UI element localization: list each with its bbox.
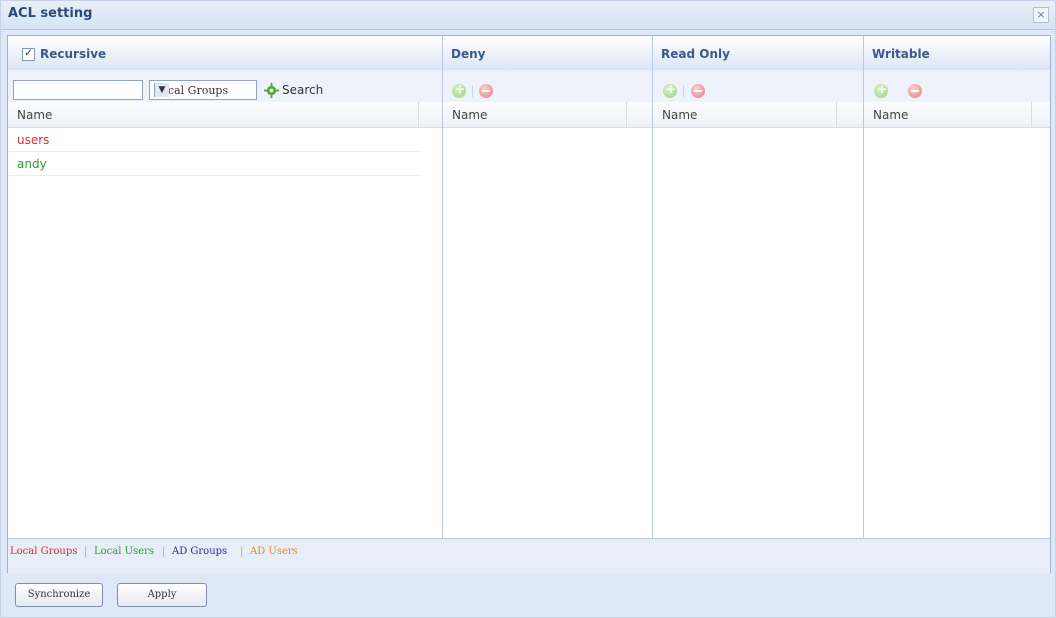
search-input[interactable] — [13, 80, 143, 100]
writable-toolbar — [864, 70, 1050, 103]
recursive-label: Recursive — [40, 47, 107, 61]
legend-ad-users: AD Users — [250, 546, 298, 557]
legend-local-groups: Local Groups — [10, 546, 78, 557]
title-bar: ACL setting × — [1, 1, 1055, 30]
readonly-panel-header: Read Only — [653, 36, 863, 71]
left-column-header[interactable]: Name — [8, 102, 442, 128]
list-item[interactable]: andy — [8, 152, 420, 176]
toolbar-separator — [683, 85, 684, 97]
readonly-toolbar — [653, 70, 863, 103]
left-panel-header: ✓ Recursive — [8, 36, 442, 71]
readonly-column-name: Name — [662, 108, 698, 122]
acl-setting-window: ACL setting × ✓ Recursive Local Groups ▼ — [0, 0, 1056, 618]
acl-body: ✓ Recursive Local Groups ▼ Search Name u… — [7, 35, 1051, 573]
apply-button[interactable]: Apply — [117, 583, 207, 607]
close-icon[interactable]: × — [1033, 7, 1049, 23]
legend-separator: | — [162, 546, 166, 557]
user-group-panel: ✓ Recursive Local Groups ▼ Search Name u… — [8, 36, 442, 538]
window-title: ACL setting — [8, 6, 93, 21]
readonly-column-header[interactable]: Name — [653, 102, 863, 128]
writable-remove-icon[interactable] — [908, 84, 922, 98]
writable-panel-header: Writable — [864, 36, 1050, 71]
readonly-add-icon[interactable] — [663, 82, 677, 98]
toolbar-separator — [472, 85, 473, 97]
deny-column-header[interactable]: Name — [443, 102, 652, 128]
recursive-checkbox[interactable]: ✓ — [22, 48, 35, 61]
readonly-title: Read Only — [661, 47, 730, 61]
legend-ad-groups: AD Groups — [172, 546, 228, 557]
list-item-label: andy — [17, 157, 47, 171]
deny-remove-icon[interactable] — [479, 84, 493, 98]
group-type-select[interactable]: Local Groups ▼ — [149, 80, 257, 100]
column-divider — [626, 102, 627, 127]
search-button-label: Search — [282, 83, 324, 97]
legend-local-users: Local Users — [94, 546, 154, 557]
column-divider — [418, 102, 419, 127]
column-divider — [836, 102, 837, 127]
legend-separator: | — [84, 546, 88, 557]
writable-column-name: Name — [873, 108, 909, 122]
column-divider — [1031, 102, 1032, 127]
deny-title: Deny — [451, 47, 486, 61]
deny-column-name: Name — [452, 108, 488, 122]
list-item[interactable]: users — [8, 128, 420, 152]
chevron-down-icon[interactable]: ▼ — [154, 83, 169, 97]
writable-add-icon[interactable] — [874, 82, 888, 98]
legend-bar: Local Groups | Local Users | AD Groups |… — [8, 538, 1050, 573]
writable-column-header[interactable]: Name — [864, 102, 1050, 128]
gear-icon — [264, 83, 279, 98]
list-item-label: users — [17, 133, 50, 147]
synchronize-button[interactable]: Synchronize — [15, 583, 103, 607]
writable-title: Writable — [872, 47, 930, 61]
legend-separator: | — [240, 546, 244, 557]
deny-panel-header: Deny — [443, 36, 652, 71]
deny-toolbar — [443, 70, 652, 103]
deny-add-icon[interactable] — [452, 82, 466, 98]
left-column-name: Name — [17, 108, 53, 122]
readonly-remove-icon[interactable] — [691, 84, 705, 98]
